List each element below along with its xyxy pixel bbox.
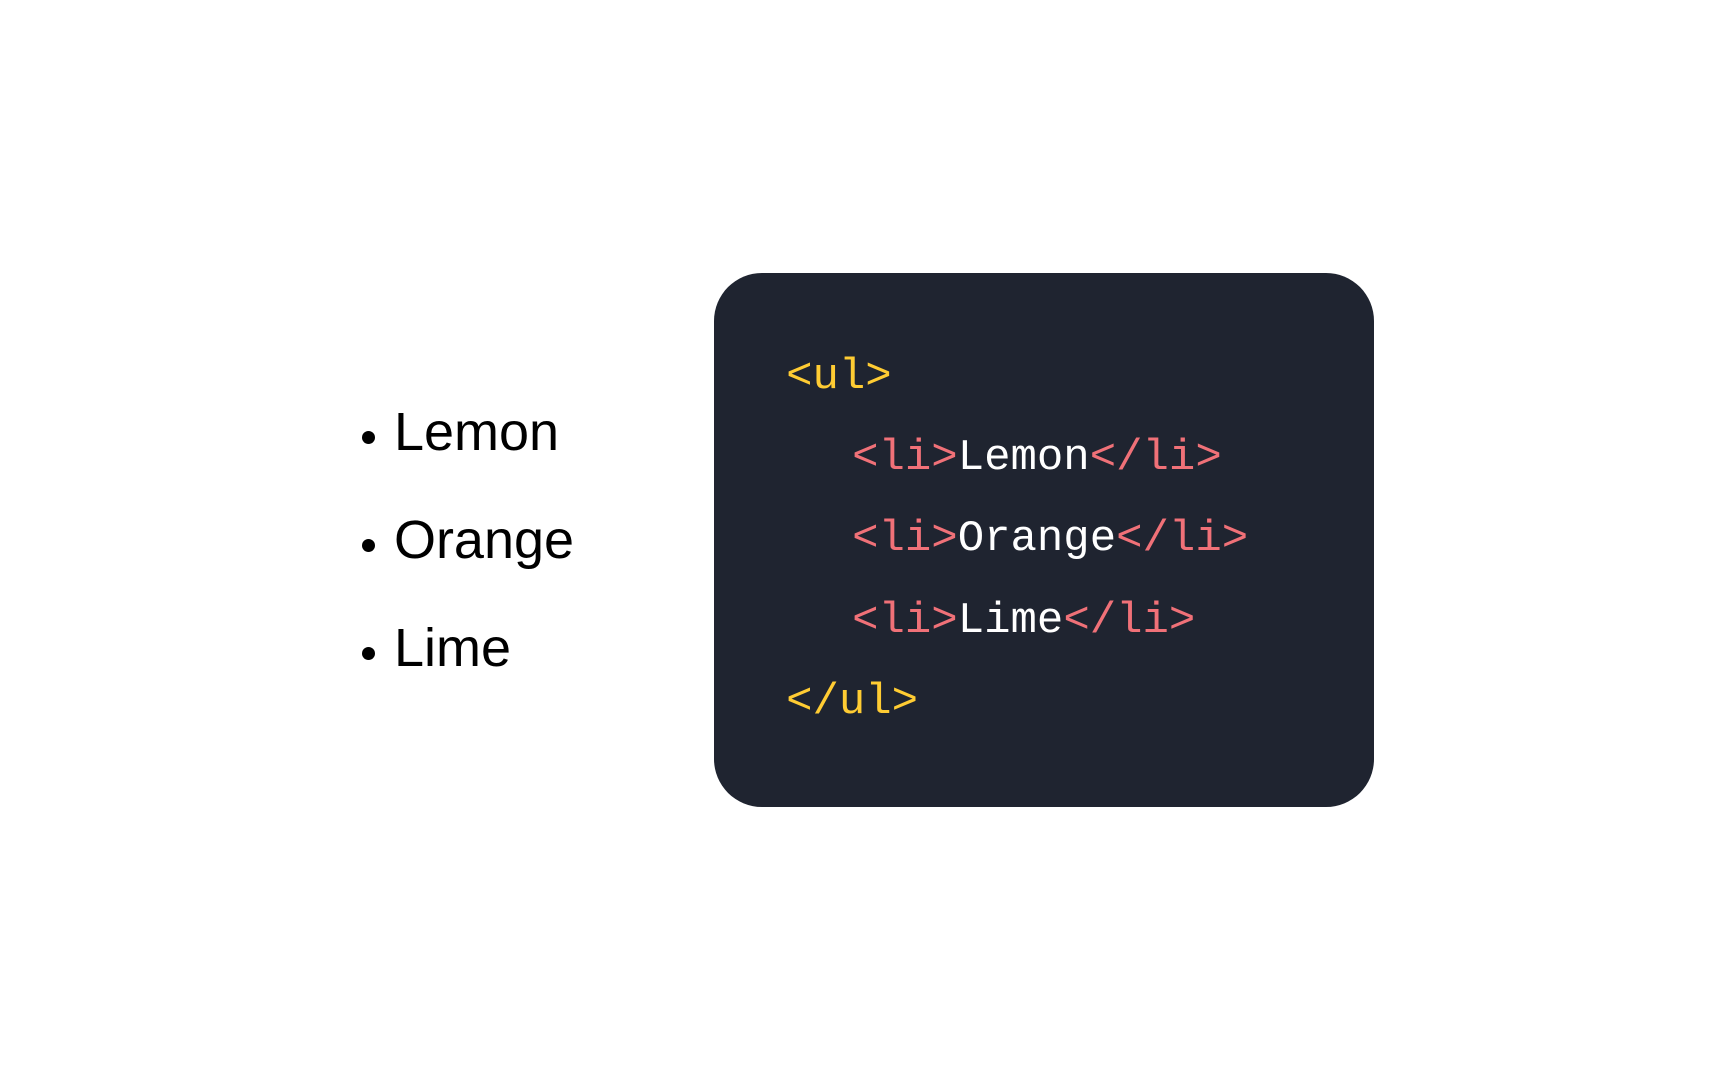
li-open-tag: <li> — [852, 433, 958, 483]
ul-close-tag: </ul> — [786, 677, 918, 727]
li-open-tag: <li> — [852, 596, 958, 646]
li-close-tag: </li> — [1063, 596, 1195, 646]
list-item: Lime — [394, 621, 574, 675]
code-text: Lemon — [958, 433, 1090, 483]
ul-open-tag: <ul> — [786, 352, 892, 402]
code-block: <ul> <li>Lemon</li> <li>Orange</li> <li>… — [714, 273, 1374, 808]
rendered-list: Lemon Orange Lime — [354, 351, 574, 729]
li-close-tag: </li> — [1116, 514, 1248, 564]
li-open-tag: <li> — [852, 514, 958, 564]
li-close-tag: </li> — [1090, 433, 1222, 483]
code-pre: <ul> <li>Lemon</li> <li>Orange</li> <li>… — [786, 337, 1302, 744]
content-container: Lemon Orange Lime <ul> <li>Lemon</li> <l… — [0, 0, 1728, 1080]
list-item: Orange — [394, 513, 574, 567]
code-text: Lime — [958, 596, 1064, 646]
list-item: Lemon — [394, 405, 574, 459]
code-text: Orange — [958, 514, 1116, 564]
